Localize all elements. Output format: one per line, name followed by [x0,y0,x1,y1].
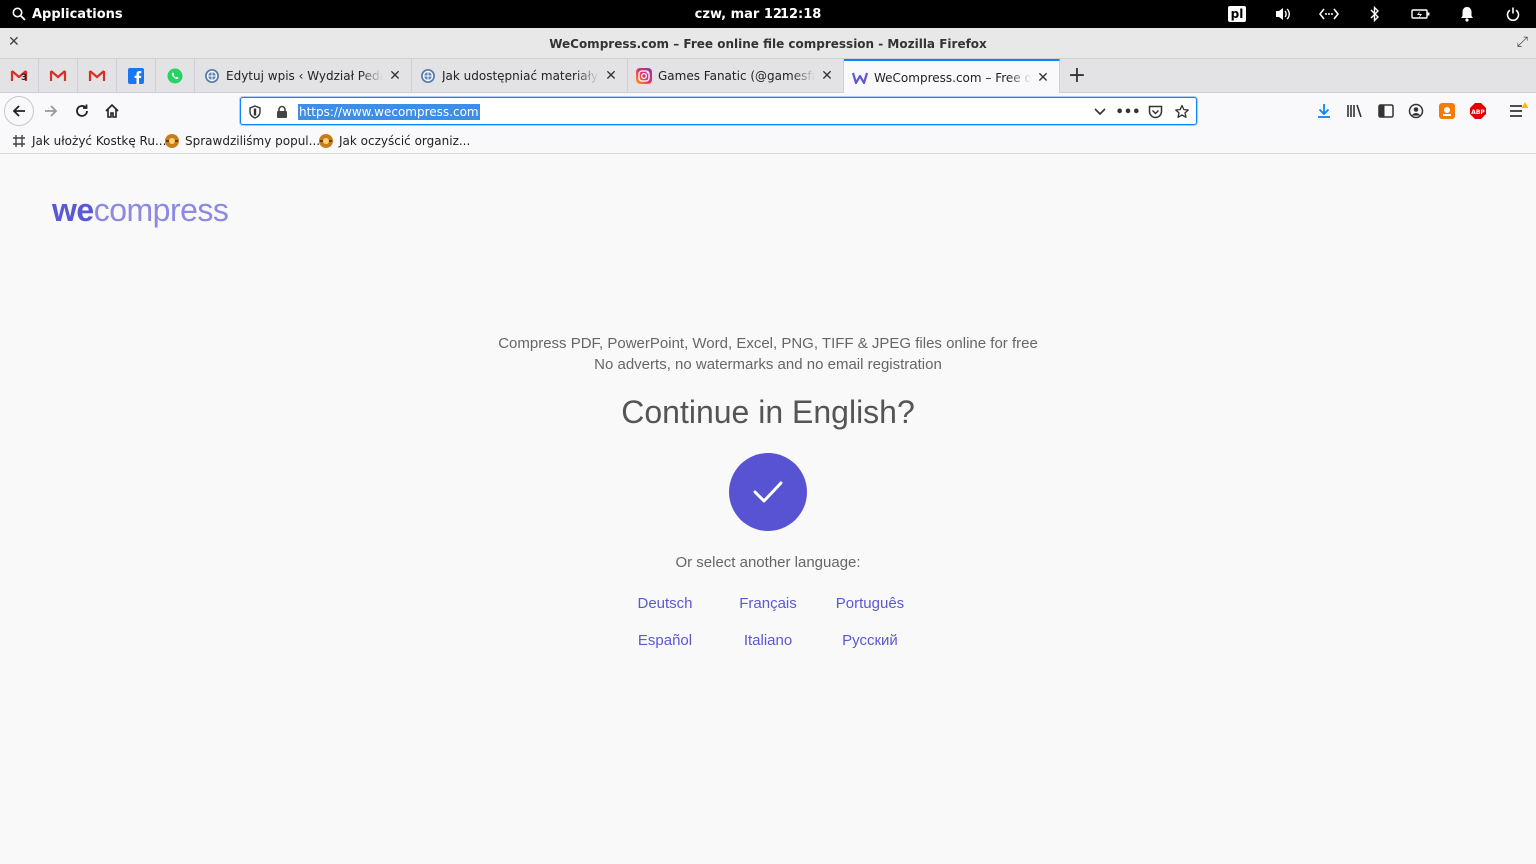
page-content: wecompress Compress PDF, PowerPoint, Wor… [0,154,1536,864]
bookmark-item[interactable]: Jak ułożyć Kostkę Ru... [11,132,166,150]
keyboard-layout-indicator[interactable]: pl [1214,0,1260,28]
network-icon[interactable] [1306,0,1352,28]
logo-compress: compress [93,192,229,228]
tab-edytuj-wpis[interactable]: Edytuj wpis ‹ Wydział Pedagogiczny ✕ [196,59,412,93]
downloads-icon[interactable] [1314,101,1334,121]
bookmark-label: Sprawdziliśmy popul... [185,134,321,148]
bookmark-label: Jak ułożyć Kostkę Ru... [32,134,167,148]
tab-games-fanatic[interactable]: Games Fanatic (@gamesfanatic) ✕ [628,59,844,93]
tab-close-icon[interactable]: ✕ [819,68,835,84]
bookmark-star-icon[interactable] [1173,103,1191,121]
window-title: WeCompress.com – Free online file compre… [549,36,987,51]
account-icon[interactable] [1406,101,1426,121]
tagline-formats: Compress PDF, PowerPoint, Word, Excel, P… [498,335,1038,352]
pinned-tab-gmail-2[interactable] [39,59,78,93]
bluetooth-icon[interactable] [1352,0,1398,28]
back-arrow-icon [12,105,25,117]
svg-text:ABP: ABP [1471,109,1485,116]
grid-hash-icon [11,133,27,149]
sidebar-toggle-icon[interactable] [1376,101,1396,121]
page-actions-ellipsis-icon[interactable]: ••• [1116,103,1141,121]
or-select-language-label: Or select another language: [675,554,861,571]
bookmark-label: Jak oczyścić organiz... [339,134,471,148]
tab-label: Games Fanatic (@gamesfanatic) [658,69,815,83]
pinned-tab-gmail-3[interactable] [78,59,117,93]
bookmark-item[interactable]: Jak oczyścić organiz... [318,132,470,150]
language-link-deutsch[interactable]: Deutsch [605,595,725,612]
reload-icon [76,104,88,117]
battery-icon[interactable] [1398,0,1444,28]
language-link-russian[interactable]: Русский [810,632,930,649]
tab-close-icon[interactable]: ✕ [387,68,403,84]
tracking-protection-shield-icon[interactable] [246,103,264,121]
home-icon [105,103,119,118]
wecompress-w-icon [852,70,868,86]
language-link-portugues[interactable]: Português [810,595,930,612]
extension-orange-icon[interactable] [1437,101,1457,121]
forward-arrow-icon [45,105,58,117]
system-tray: pl [1214,0,1536,28]
notifications-bell-icon[interactable] [1444,0,1490,28]
logo-we: we [52,192,94,228]
volume-icon[interactable] [1260,0,1306,28]
tab-jak-udostepniac[interactable]: Jak udostępniać materiały dla ✕ [412,59,628,93]
url-bar[interactable]: https://www.wecompress.com ••• [240,97,1197,125]
tab-wecompress[interactable]: WeCompress.com – Free online file ✕ [844,59,1060,94]
tab-label: Edytuj wpis ‹ Wydział Pedagogiczny [226,69,383,83]
tab-close-icon[interactable]: ✕ [1035,70,1051,86]
reload-button[interactable] [67,96,97,126]
wordpress-globe-icon [420,68,436,84]
pinned-tab-whatsapp[interactable] [156,59,195,93]
window-titlebar: ✕ WeCompress.com – Free online file comp… [0,28,1536,59]
tab-strip: 3 Edytuj wpis ‹ Wydział Pedagogiczny ✕ J… [0,59,1536,94]
library-icon[interactable] [1345,101,1365,121]
gmail-unread-badge: 3 [21,73,28,83]
time-label: 12:18 [779,6,822,22]
chevron-down-icon[interactable] [1091,103,1109,121]
bookmarks-toolbar: Jak ułożyć Kostkę Ru... Sprawdziliśmy po… [0,129,1536,154]
confirm-english-button[interactable] [729,453,807,531]
system-panel: Applications czw, mar 12 12:18 pl [0,0,1536,28]
checkmark-icon [753,481,783,503]
tab-label: WeCompress.com – Free online file [874,70,1031,85]
home-button[interactable] [97,96,127,126]
site-logo-icon [318,133,334,149]
lock-icon[interactable] [273,103,291,121]
wecompress-logo[interactable]: wecompress [52,192,229,229]
navigation-toolbar: https://www.wecompress.com ••• ABP [0,93,1536,129]
bookmark-item[interactable]: Sprawdziliśmy popul... [164,132,320,150]
gmail-icon [49,70,67,81]
pocket-icon[interactable] [1146,103,1164,121]
power-icon[interactable] [1490,0,1536,28]
back-button[interactable] [4,96,34,126]
adblock-plus-icon[interactable]: ABP [1468,101,1488,121]
site-logo-icon [164,133,180,149]
whatsapp-icon [167,68,183,84]
continue-in-english-heading: Continue in English? [621,394,915,430]
tab-close-icon[interactable]: ✕ [603,68,619,84]
language-link-espanol[interactable]: Español [605,632,725,649]
keyboard-layout-label: pl [1227,6,1247,22]
new-tab-button[interactable]: + [1066,63,1088,89]
instagram-icon [636,68,652,84]
date-label: czw, mar 12 [694,6,782,22]
forward-button[interactable] [36,96,66,126]
facebook-icon [128,68,144,84]
gmail-icon [88,70,106,81]
tagline-no-adverts: No adverts, no watermarks and no email r… [594,356,942,373]
window-maximize-icon[interactable]: ⤢ [1517,34,1528,50]
pinned-tab-gmail-1[interactable]: 3 [0,59,39,93]
pinned-tab-facebook[interactable] [117,59,156,93]
hamburger-menu-icon[interactable] [1508,101,1528,121]
wordpress-globe-icon [204,68,220,84]
tab-label: Jak udostępniać materiały dla [442,69,599,83]
url-text[interactable]: https://www.wecompress.com [298,104,480,120]
